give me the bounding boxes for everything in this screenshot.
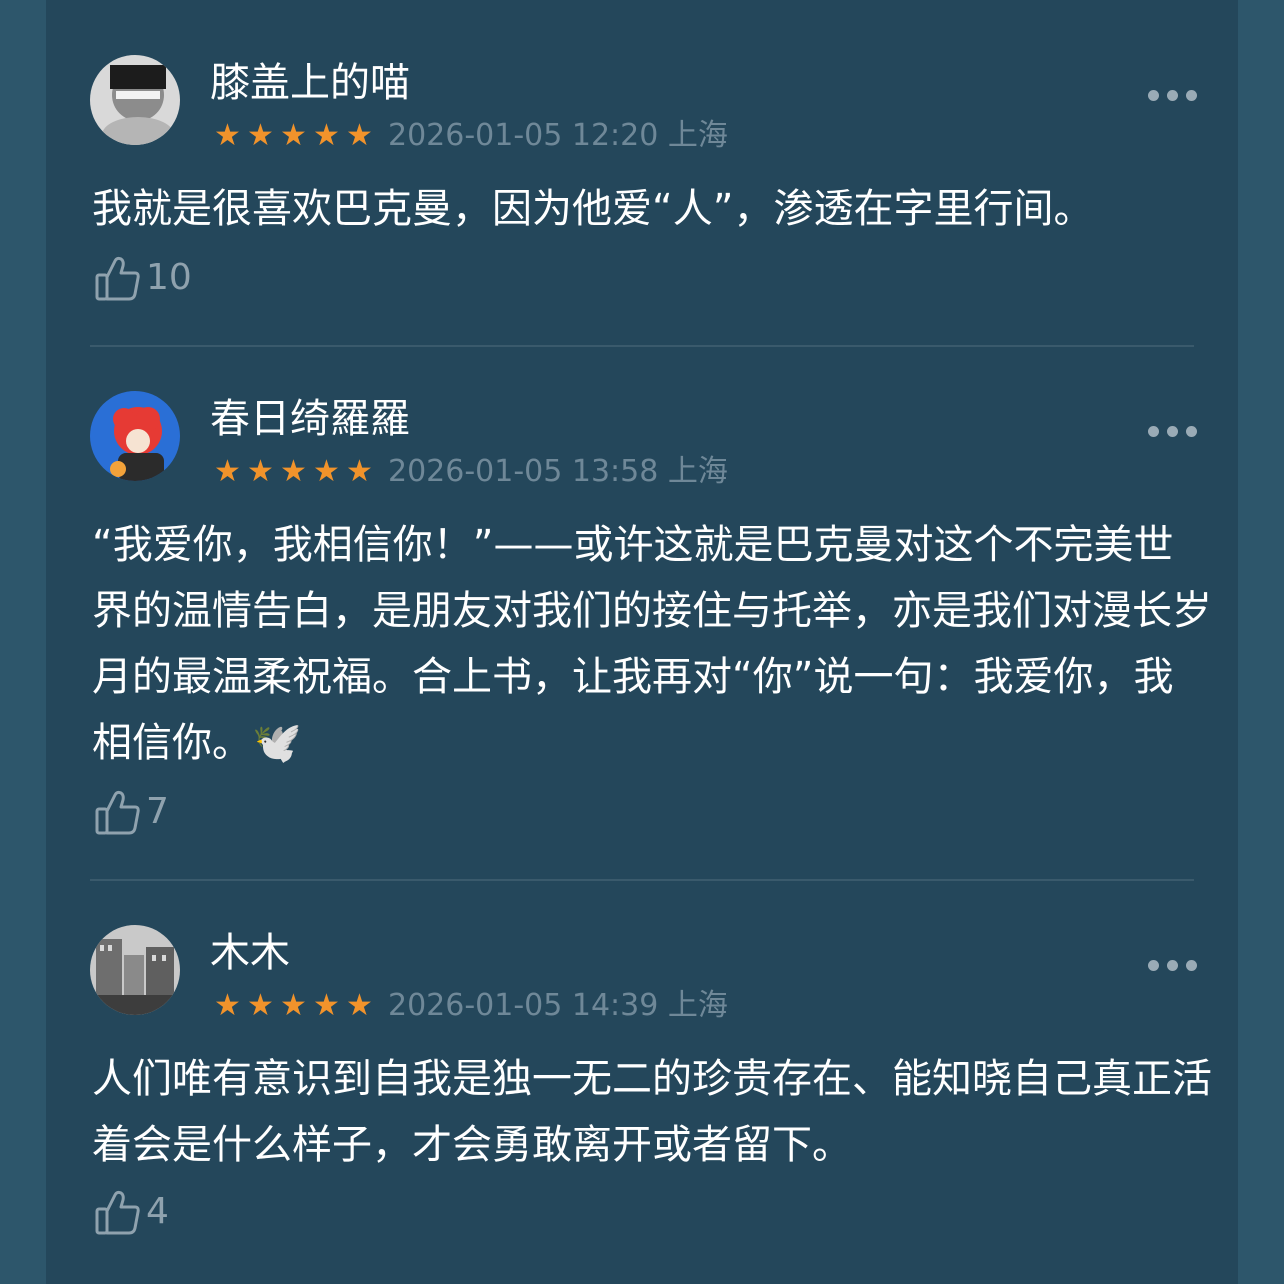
- more-options-icon[interactable]: [1148, 426, 1197, 437]
- star-icon: ★: [346, 118, 373, 153]
- thumbs-up-icon: [95, 256, 140, 301]
- avatar[interactable]: [90, 55, 180, 145]
- star-icon: ★: [214, 454, 241, 489]
- like-button[interactable]: 10: [94, 254, 192, 302]
- more-options-icon[interactable]: [1148, 90, 1197, 101]
- star-icon: ★: [313, 118, 340, 153]
- star-icon: ★: [280, 988, 307, 1023]
- star-icon: ★: [313, 988, 340, 1023]
- comment-text: 我就是很喜欢巴克曼，因为他爱“人”，渗透在字里行间。: [92, 186, 1094, 232]
- divider: [90, 345, 1194, 347]
- like-count: 7: [146, 791, 169, 832]
- like-button[interactable]: 7: [94, 788, 169, 836]
- comment-meta: 2026-01-05 12:20 上海: [388, 118, 728, 153]
- rating-stars: ★ ★ ★ ★ ★: [212, 457, 375, 487]
- comments-panel: 膝盖上的喵 ★ ★ ★ ★ ★ 2026-01-05 12:20 上海 我就是很…: [46, 0, 1238, 1284]
- like-count: 10: [146, 257, 192, 298]
- star-icon: ★: [247, 454, 274, 489]
- avatar[interactable]: [90, 925, 180, 1015]
- like-count: 4: [146, 1191, 169, 1232]
- thumbs-up-icon: [95, 1190, 140, 1235]
- star-icon: ★: [214, 118, 241, 153]
- star-icon: ★: [346, 988, 373, 1023]
- more-options-icon[interactable]: [1148, 960, 1197, 971]
- username[interactable]: 春日绮羅羅: [210, 394, 410, 444]
- star-icon: ★: [214, 988, 241, 1023]
- comment-meta: 2026-01-05 13:58 上海: [388, 454, 728, 489]
- like-button[interactable]: 4: [94, 1188, 169, 1236]
- star-icon: ★: [346, 454, 373, 489]
- star-icon: ★: [280, 454, 307, 489]
- comment-text: 人们唯有意识到自我是独一无二的珍贵存在、能知晓自己真正活着会是什么样子，才会勇敢…: [92, 1056, 1212, 1168]
- username[interactable]: 膝盖上的喵: [210, 58, 410, 108]
- rating-stars: ★ ★ ★ ★ ★: [212, 991, 375, 1021]
- star-icon: ★: [280, 118, 307, 153]
- star-icon: ★: [247, 118, 274, 153]
- divider: [90, 879, 1194, 881]
- username[interactable]: 木木: [210, 928, 290, 978]
- rating-stars: ★ ★ ★ ★ ★: [212, 121, 375, 151]
- comment-text: “我爱你，我相信你！”——或许这就是巴克曼对这个不完美世界的温情告白，是朋友对我…: [92, 522, 1212, 766]
- avatar[interactable]: [90, 391, 180, 481]
- comment-meta: 2026-01-05 14:39 上海: [388, 988, 728, 1023]
- thumbs-up-icon: [95, 790, 140, 835]
- star-icon: ★: [313, 454, 340, 489]
- star-icon: ★: [247, 988, 274, 1023]
